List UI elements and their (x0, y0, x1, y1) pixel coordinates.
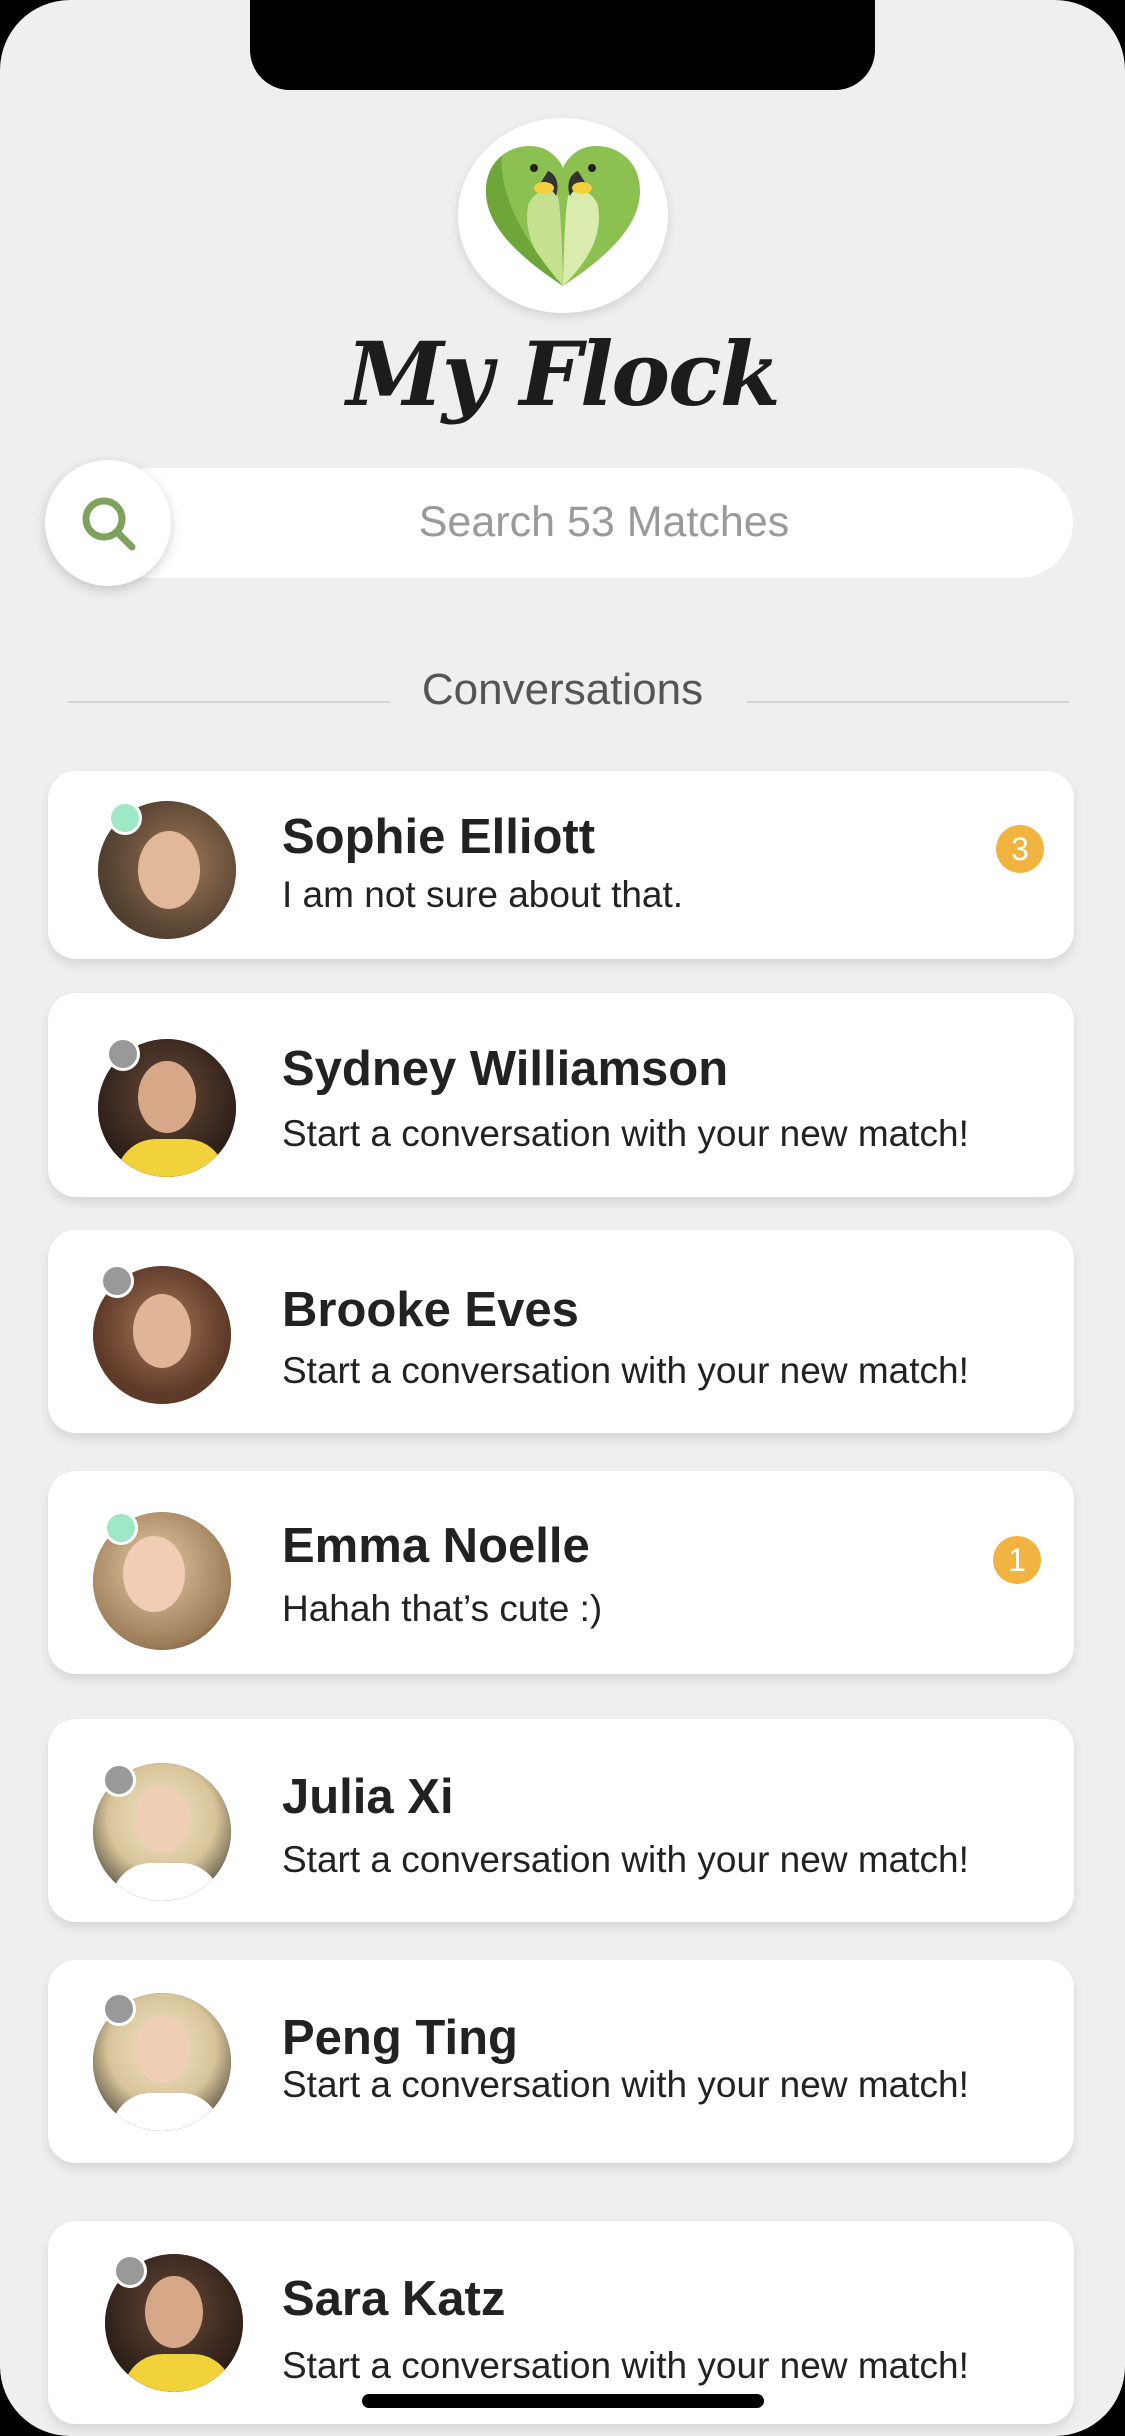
contact-name: Brooke Eves (282, 1283, 579, 1337)
search-input[interactable]: Search 53 Matches (95, 468, 1073, 578)
search-icon (82, 497, 136, 551)
last-message: Start a conversation with your new match… (282, 1839, 969, 1880)
conversation-card-brooke-eves[interactable]: Brooke Eves Start a conversation with yo… (48, 1230, 1074, 1433)
search-placeholder: Search 53 Matches (418, 498, 790, 546)
conversation-card-sophie-elliott[interactable]: Sophie Elliott I am not sure about that.… (48, 771, 1074, 959)
offline-status-dot (113, 2254, 147, 2288)
conversation-card-peng-ting[interactable]: Peng Ting Start a conversation with your… (48, 1960, 1074, 2163)
unread-badge: 1 (993, 1536, 1041, 1584)
last-message: Start a conversation with your new match… (282, 1350, 969, 1391)
app-title: My Flock (346, 322, 780, 426)
conversation-card-julia-xi[interactable]: Julia Xi Start a conversation with your … (48, 1719, 1074, 1922)
phone-screen: My Flock Search 53 Matches Conversations… (0, 0, 1125, 2436)
offline-status-dot (102, 1763, 136, 1797)
last-message: Hahah that’s cute :) (282, 1588, 603, 1629)
contact-name: Julia Xi (282, 1770, 454, 1824)
contact-name: Sydney Williamson (282, 1042, 729, 1096)
contact-name: Peng Ting (282, 2011, 518, 2065)
offline-status-dot (102, 1992, 136, 2026)
app-logo (458, 118, 668, 313)
contact-name: Emma Noelle (282, 1519, 590, 1573)
conversation-card-sydney-williamson[interactable]: Sydney Williamson Start a conversation w… (48, 993, 1074, 1197)
last-message: Start a conversation with your new match… (282, 2345, 969, 2386)
section-divider-right (747, 701, 1069, 703)
last-message: Start a conversation with your new match… (282, 2064, 969, 2105)
online-status-dot (104, 1511, 138, 1545)
last-message: Start a conversation with your new match… (282, 1113, 969, 1154)
last-message: I am not sure about that. (282, 874, 684, 915)
section-title: Conversations (421, 665, 704, 714)
parrot-heart-icon (486, 146, 640, 286)
conversation-card-emma-noelle[interactable]: Emma Noelle Hahah that’s cute :) 1 (48, 1471, 1074, 1674)
contact-name: Sophie Elliott (282, 810, 596, 864)
home-indicator[interactable] (362, 2394, 764, 2408)
device-notch (250, 0, 875, 90)
offline-status-dot (106, 1037, 140, 1071)
contact-name: Sara Katz (282, 2272, 506, 2326)
offline-status-dot (100, 1264, 134, 1298)
search-button[interactable] (45, 460, 171, 586)
online-status-dot (108, 801, 142, 835)
unread-badge: 3 (996, 825, 1044, 873)
